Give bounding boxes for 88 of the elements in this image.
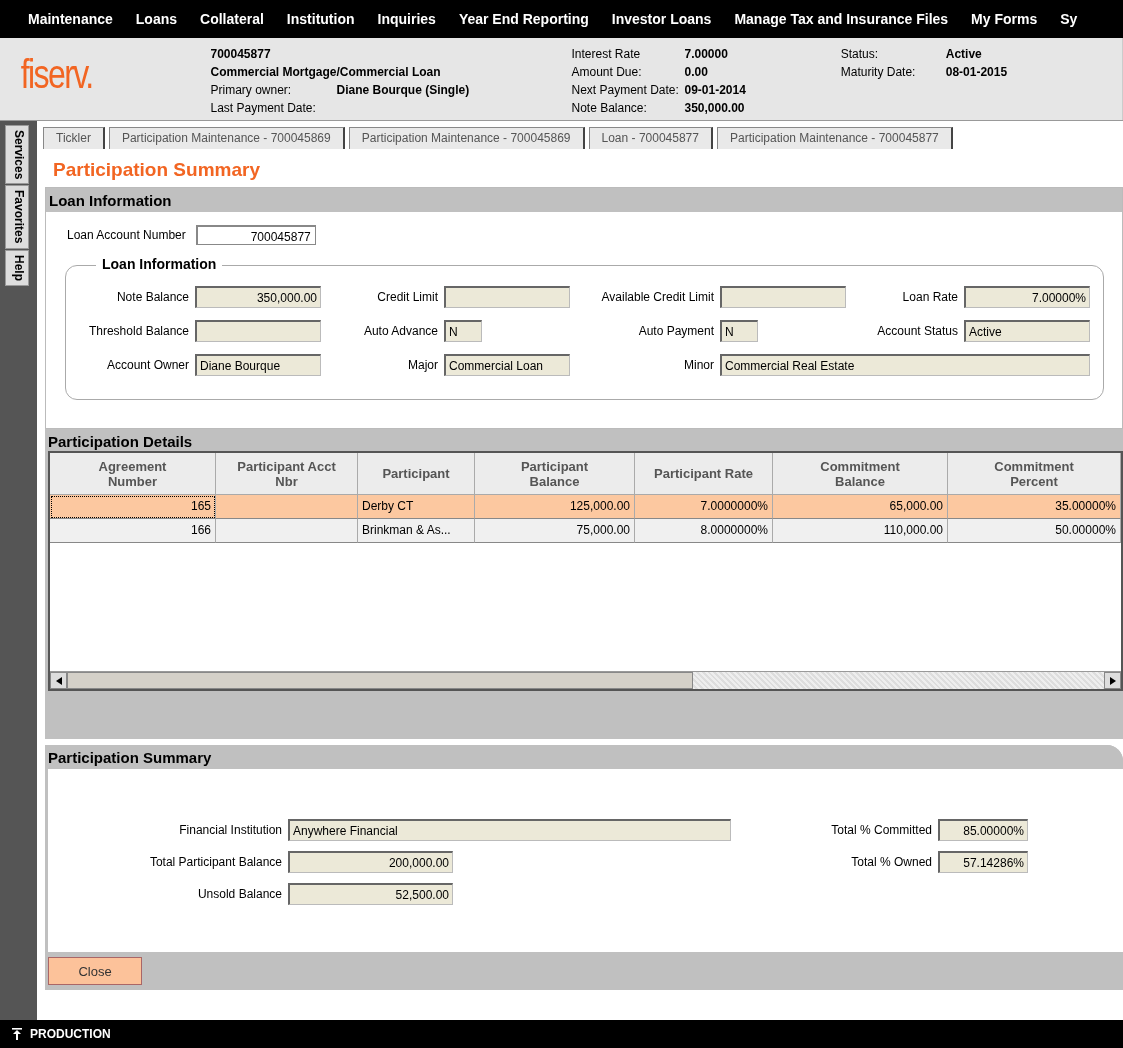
table-cell: 50.00000% [948,519,1121,543]
tab[interactable]: Participation Maintenance - 700045877 [716,127,953,149]
scroll-left-icon[interactable] [50,672,67,689]
environment-label: PRODUCTION [30,1027,111,1041]
header-label: Primary owner: [210,82,293,99]
field-label: Total Participant Balance [148,855,283,869]
input-field[interactable]: Active [964,320,1090,342]
menu-item[interactable]: Sy [1060,11,1078,27]
field-label: Total % Owned [850,855,933,869]
group-title: Loan Information [96,256,223,272]
input-field[interactable]: N [720,320,758,342]
input-field[interactable] [444,286,570,308]
header-value: 09-01-2014 [684,82,746,99]
header-label: Last Payment Date: [210,100,317,117]
input-field[interactable]: 200,000.00 [288,851,453,873]
page-title: Participation Summary [52,158,261,182]
field-label: Account Status [876,324,959,338]
header-value: 0.00 [684,64,708,81]
menu-item[interactable]: Collateral [200,11,264,27]
field-label: Minor [683,358,715,372]
logo: fiserv. [19,51,94,98]
field-label: Auto Payment [637,324,715,338]
header-label: Next Payment Date: [571,82,680,99]
field-label: Threshold Balance [87,324,190,338]
table-cell: 165 [50,495,216,519]
table-cell: 75,000.00 [475,519,635,543]
table-cell: Brinkman & As... [358,519,475,543]
scroll-right-icon[interactable] [1104,672,1121,689]
header-value: 350,000.00 [684,100,745,117]
header-value: 7.00000 [684,46,728,63]
account-number: 700045877 [210,46,272,63]
header-value: Diane Bourque (Single) [336,82,470,99]
menu-item[interactable]: Year End Reporting [458,11,589,27]
field-label: Loan Rate [901,290,959,304]
input-field[interactable]: 350,000.00 [195,286,321,308]
header-label: Status: [840,46,880,63]
account-field[interactable]: 700045877 [195,225,316,245]
tab[interactable]: Participation Maintenance - 700045869 [348,127,585,149]
menu-item[interactable]: Inquiries [377,11,436,27]
input-field[interactable] [720,286,846,308]
field-label: Loan Account Number [67,228,186,242]
input-field[interactable]: 52,500.00 [288,883,453,905]
input-field[interactable]: Anywhere Financial [288,819,731,841]
table-row[interactable]: 166 Brinkman & As... 75,000.00 8.0000000% 110,000.00 50.00000% [50,519,1121,543]
field-label: Financial Institution [178,823,283,837]
field-label: Total % Committed [830,823,933,837]
side-tab[interactable]: Help [5,249,29,286]
loan-type: Commercial Mortgage/Commercial Loan [210,64,442,81]
field-label: Major [407,358,439,372]
input-field[interactable]: 85.00000% [938,819,1028,841]
input-field[interactable]: 57.14286% [938,851,1028,873]
header-label: Interest Rate [571,46,642,63]
input-field[interactable] [195,320,321,342]
field-label: Account Owner [105,358,190,372]
tab[interactable]: Loan - 700045877 [588,127,713,149]
field-label: Note Balance [115,290,190,304]
table-row[interactable]: 165 Derby CT 125,000.00 7.0000000% 65,000.00 35.00000% [50,495,1121,519]
header-label: Note Balance: [571,100,648,117]
tab[interactable]: Tickler [43,127,105,149]
header-label: Amount Due: [571,64,643,81]
input-field[interactable]: Commercial Real Estate [720,354,1090,376]
field-label: Auto Advance [362,324,439,338]
table-cell: 166 [50,519,216,543]
menu-item[interactable]: Manage Tax and Insurance Files [734,11,949,27]
close-button[interactable]: Close [48,957,142,985]
horizontal-scrollbar[interactable] [50,671,1121,689]
menu-item[interactable]: My Forms [971,11,1038,27]
field-label: Available Credit Limit [600,290,715,304]
field-label: Credit Limit [376,290,439,304]
table-cell: 8.0000000% [635,519,773,543]
menu-item[interactable]: Maintenance [28,11,113,27]
input-field[interactable]: N [444,320,482,342]
side-tab[interactable]: Favorites [5,185,29,249]
section-title: Loan Information [46,188,1122,212]
input-field[interactable]: Commercial Loan [444,354,570,376]
arrow-up-icon[interactable] [12,1028,22,1040]
table-cell: 110,000.00 [773,519,948,543]
header-value: Active [945,46,982,63]
header-value: 08-01-2015 [945,64,1008,81]
input-field[interactable]: 7.00000% [964,286,1090,308]
header-label: Maturity Date: [840,64,917,81]
field-label: Unsold Balance [196,887,283,901]
tab[interactable]: Participation Maintenance - 700045869 [108,127,345,149]
menu-item[interactable]: Loans [135,11,178,27]
menu-item[interactable]: Institution [286,11,355,27]
side-tab[interactable]: Services [5,125,29,185]
menu-item[interactable]: Investor Loans [611,11,712,27]
input-field[interactable]: Diane Bourque [195,354,321,376]
